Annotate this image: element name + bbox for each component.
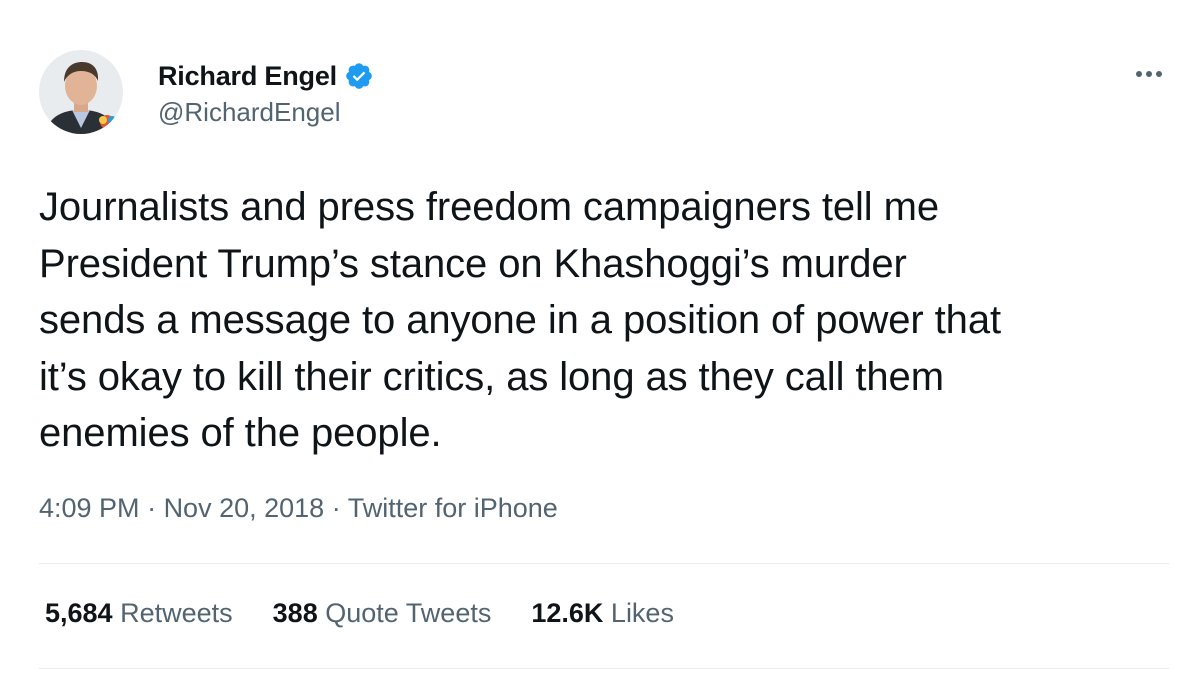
tweet-card: Richard Engel @RichardEngel Journalists … bbox=[0, 0, 1184, 680]
tweet-date[interactable]: Nov 20, 2018 bbox=[164, 493, 325, 523]
verified-badge-icon bbox=[344, 61, 374, 91]
tweet-text: Journalists and press freedom campaigner… bbox=[39, 185, 1001, 455]
author-block: Richard Engel @RichardEngel bbox=[158, 56, 374, 128]
handle[interactable]: @RichardEngel bbox=[158, 97, 374, 128]
more-horizontal-icon[interactable] bbox=[1132, 62, 1166, 86]
tweet-source: Twitter for iPhone bbox=[347, 493, 558, 523]
tweet-time[interactable]: 4:09 PM bbox=[39, 493, 140, 523]
likes-label: Likes bbox=[610, 598, 674, 628]
avatar[interactable] bbox=[39, 50, 123, 134]
divider bbox=[39, 668, 1169, 669]
tweet-stats: 5,684 Retweets 388 Quote Tweets 12.6K Li… bbox=[45, 598, 674, 629]
tweet-meta: 4:09 PM · Nov 20, 2018 · Twitter for iPh… bbox=[39, 493, 558, 524]
retweets-stat[interactable]: 5,684 Retweets bbox=[45, 598, 233, 629]
quote-tweets-count: 388 bbox=[272, 598, 318, 628]
retweets-label: Retweets bbox=[120, 598, 233, 628]
likes-count: 12.6K bbox=[531, 598, 604, 628]
divider bbox=[39, 563, 1169, 564]
quote-tweets-label: Quote Tweets bbox=[325, 598, 492, 628]
meta-separator: · bbox=[324, 493, 348, 523]
name-row: Richard Engel bbox=[158, 56, 374, 96]
display-name[interactable]: Richard Engel bbox=[158, 61, 337, 92]
retweets-count: 5,684 bbox=[45, 598, 113, 628]
meta-separator: · bbox=[139, 493, 164, 523]
person-avatar-icon bbox=[39, 50, 123, 134]
likes-stat[interactable]: 12.6K Likes bbox=[531, 598, 674, 629]
quote-tweets-stat[interactable]: 388 Quote Tweets bbox=[273, 598, 492, 629]
